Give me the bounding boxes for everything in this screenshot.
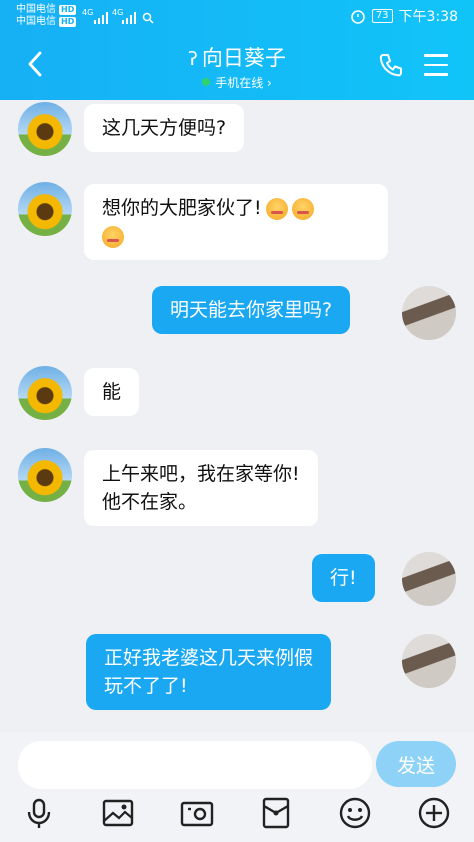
message-bubble[interactable]: 想你的大肥家伙了! <box>84 184 388 260</box>
my-avatar[interactable] <box>402 286 456 340</box>
camera-icon[interactable] <box>180 796 214 830</box>
header-bar: 中国电信 HD 中国电信 HD 4G 4G 73 下午3:38 ʔ 向日葵子 手机在线… <box>0 0 474 100</box>
carrier-2: 中国电信 <box>16 16 56 27</box>
phone-icon[interactable] <box>378 52 404 78</box>
contact-avatar[interactable] <box>18 102 72 156</box>
alarm-icon <box>351 10 365 24</box>
message-bubble[interactable]: 能 <box>84 368 140 416</box>
network-type: 4G <box>82 8 94 17</box>
battery-level: 73 <box>371 9 393 23</box>
hd-badge-2: HD <box>59 17 77 27</box>
image-icon[interactable] <box>101 796 135 830</box>
message-list[interactable]: 这几天方便吗? 想你的大肥家伙了! 明天能去你家里吗? 能 上午来吧，我在家等你… <box>0 100 474 732</box>
message-text: 上午来吧，我在家等你! <box>102 463 300 485</box>
message-input[interactable] <box>18 741 372 789</box>
send-button[interactable]: 发送 <box>376 741 456 787</box>
plus-icon[interactable] <box>417 796 451 830</box>
signal-icon <box>94 12 108 24</box>
message-text: 他不在家。 <box>102 491 198 513</box>
emoji-icon[interactable] <box>338 796 372 830</box>
embarrassed-emoji-icon <box>291 197 314 220</box>
message-bubble[interactable]: 这几天方便吗? <box>84 104 245 152</box>
embarrassed-emoji-icon <box>102 225 124 248</box>
carrier-info: 中国电信 HD 中国电信 HD <box>16 4 77 28</box>
online-dot <box>202 78 211 86</box>
ear-icon: ʔ <box>188 48 198 70</box>
contact-avatar[interactable] <box>18 448 72 502</box>
my-avatar[interactable] <box>402 552 456 606</box>
my-avatar[interactable] <box>402 634 456 688</box>
red-packet-icon[interactable] <box>259 796 293 830</box>
embarrassed-emoji-icon <box>265 197 288 220</box>
message-text: 想你的大肥家伙了! <box>102 197 262 219</box>
mic-icon[interactable] <box>22 796 56 830</box>
message-bubble[interactable]: 明天能去你家里吗? <box>152 286 351 334</box>
presence-text: 手机在线 › <box>215 75 272 90</box>
presence-status: 手机在线 › <box>202 74 272 91</box>
search-icon <box>142 12 154 24</box>
clock: 下午3:38 <box>398 9 458 25</box>
composer-bar: 发送 <box>0 732 474 842</box>
signal-icon-2 <box>122 12 136 24</box>
message-text: 玩不了了! <box>104 675 188 697</box>
hd-badge: HD <box>59 5 77 15</box>
message-bubble[interactable]: 上午来吧，我在家等你! 他不在家。 <box>84 450 318 526</box>
message-bubble[interactable]: 正好我老婆这几天来例假 玩不了了! <box>86 634 332 710</box>
message-bubble[interactable]: 行! <box>312 554 375 602</box>
contact-avatar[interactable] <box>18 182 72 236</box>
menu-icon[interactable] <box>424 54 448 76</box>
message-text: 正好我老婆这几天来例假 <box>104 647 314 669</box>
contact-name: 向日葵子 <box>201 46 286 70</box>
carrier-1: 中国电信 <box>16 4 56 15</box>
contact-avatar[interactable] <box>18 366 72 420</box>
status-bar: 中国电信 HD 中国电信 HD 4G 4G 73 下午3:38 <box>0 4 474 34</box>
